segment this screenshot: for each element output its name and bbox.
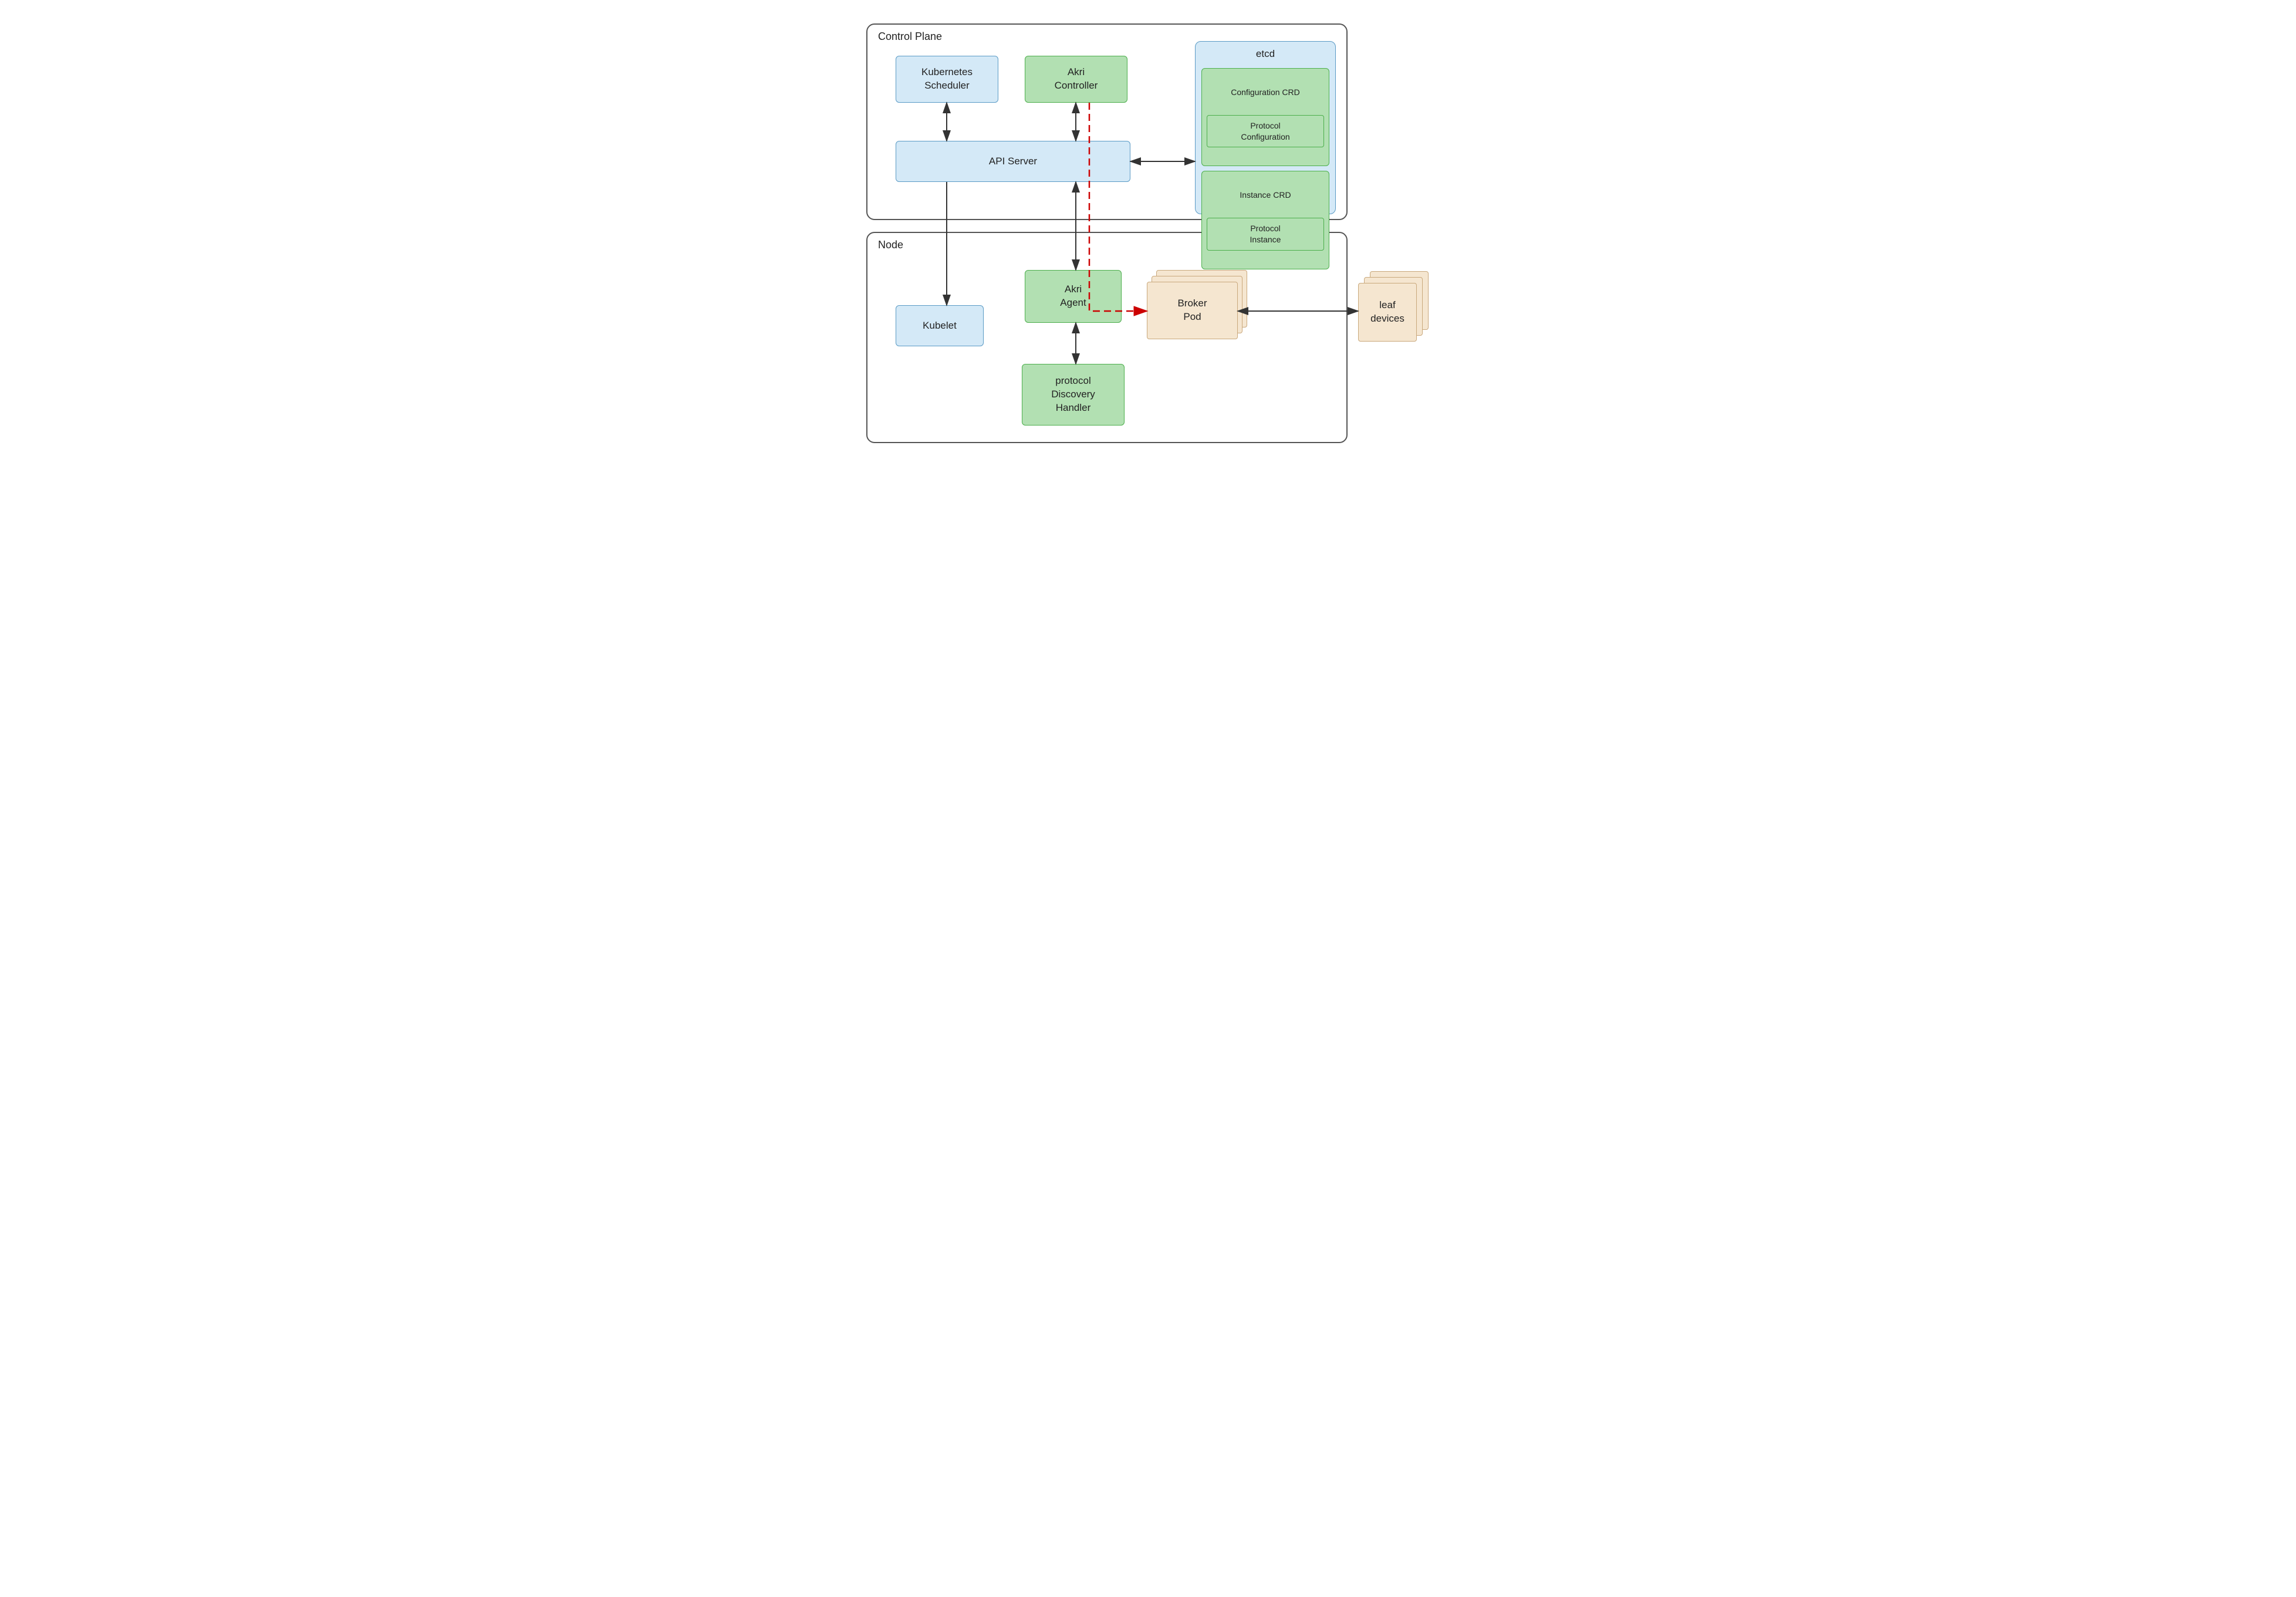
akri-controller: Akri Controller [1025,56,1127,103]
kubelet: Kubelet [896,305,984,346]
control-plane-label: Control Plane [876,31,944,43]
broker-pod: Broker Pod [1147,282,1238,339]
etcd-label: etcd [1201,48,1329,61]
node-label2: Node [876,239,906,251]
protocol-instance: Protocol Instance [1207,218,1324,251]
etcd-outer: etcd Configuration CRD Protocol Configur… [1195,41,1336,214]
protocol-discovery-handler: protocol Discovery Handler [1022,364,1125,426]
instance-crd: Instance CRD Protocol Instance [1201,171,1329,269]
protocol-config: Protocol Configuration [1207,115,1324,148]
config-crd: Configuration CRD Protocol Configuration [1201,68,1329,166]
akri-agent: Akri Agent [1025,270,1122,323]
k8s-scheduler: Kubernetes Scheduler [896,56,998,103]
leaf-devices: leaf devices [1358,283,1417,342]
main-diagram: Control Plane Node Kubernetes Scheduler … [860,18,1436,464]
api-server: API Server [896,141,1130,182]
